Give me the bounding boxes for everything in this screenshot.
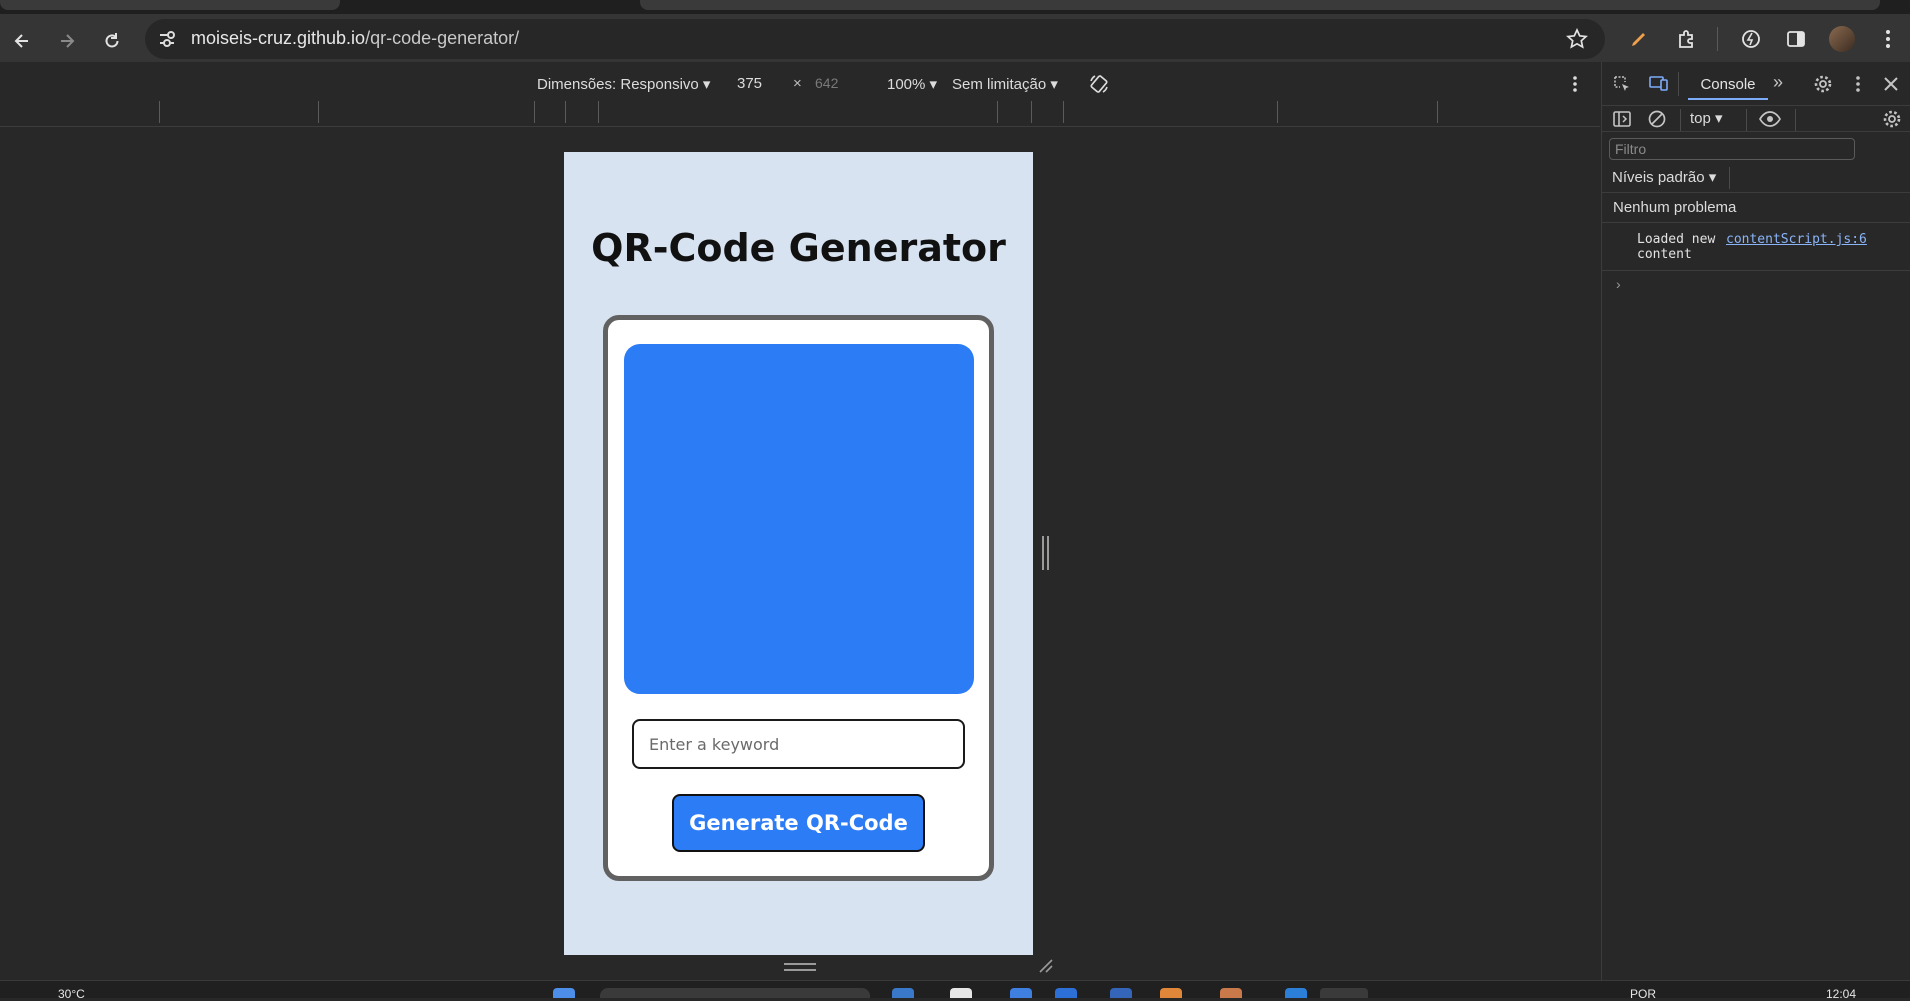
tab-console[interactable]: Console (1688, 70, 1768, 100)
height-field[interactable]: 642 (815, 75, 838, 91)
ruler-tick (565, 101, 566, 123)
context-label: top (1690, 110, 1711, 127)
ruler-tick (1063, 101, 1064, 123)
taskbar-app-icon[interactable] (950, 988, 972, 998)
resize-handle-corner[interactable] (1038, 958, 1054, 974)
taskbar-app-icon[interactable] (1055, 988, 1077, 998)
devtools-menu-icon[interactable] (1849, 74, 1867, 94)
close-icon[interactable] (1882, 75, 1900, 93)
device-toolbar-menu-icon[interactable] (1566, 74, 1584, 94)
log-source-link[interactable]: contentScript.js:6 (1726, 232, 1867, 247)
sidebar-toggle-icon[interactable] (1612, 109, 1632, 129)
keyword-input[interactable] (632, 719, 965, 769)
windows-start-icon[interactable] (553, 988, 575, 998)
media-query-ruler (0, 101, 1600, 127)
tab-divider (1678, 72, 1679, 96)
ruler-tick (534, 101, 535, 123)
log-levels-dropdown[interactable]: Níveis padrão ▾ (1612, 168, 1716, 186)
log-levels-label: Níveis padrão (1612, 169, 1705, 186)
clock-time[interactable]: 12:04 (1826, 987, 1856, 1001)
pen-icon[interactable] (1628, 28, 1650, 50)
clear-console-icon[interactable] (1647, 109, 1667, 129)
url-text[interactable]: moiseis-cruz.github.io/qr-code-generator… (191, 28, 519, 49)
device-toggle-icon[interactable] (1648, 73, 1670, 93)
ruler-tick (1031, 101, 1032, 123)
browser-tab[interactable] (0, 0, 340, 10)
taskbar-app-icon[interactable] (1220, 988, 1242, 998)
extensions-icon[interactable] (1675, 27, 1699, 51)
rotate-icon[interactable] (1088, 73, 1110, 95)
generate-qr-button[interactable]: Generate QR-Code (672, 794, 925, 852)
ruler-tick (1437, 101, 1438, 123)
throttling-dropdown[interactable]: Sem limitação ▾ (952, 75, 1058, 93)
taskbar-app-icon[interactable] (1160, 988, 1182, 998)
reload-icon[interactable] (97, 26, 127, 56)
log-message-text-2: content (1637, 247, 1692, 262)
taskbar-app-icon[interactable] (1320, 988, 1368, 998)
ruler-tick (997, 101, 998, 123)
console-filter-input[interactable] (1609, 138, 1855, 160)
inspect-icon[interactable] (1612, 74, 1632, 94)
weather-temperature[interactable]: 30°C (58, 987, 85, 1001)
ruler-tick (1277, 101, 1278, 123)
toolbar-divider (1680, 109, 1681, 131)
taskbar-app-icon[interactable] (1285, 988, 1307, 998)
qr-code-preview (624, 344, 974, 694)
log-message-text: Loaded new (1637, 232, 1716, 247)
zoom-label: 100% (887, 76, 926, 93)
sidebar-icon[interactable] (1785, 28, 1807, 50)
url-path: /qr-code-generator/ (365, 28, 520, 48)
taskbar-app-icon[interactable] (892, 988, 914, 998)
toolbar-divider (1717, 27, 1718, 51)
chevron-right-icon[interactable]: › (1616, 276, 1621, 292)
issues-counter[interactable]: Nenhum problema (1613, 199, 1736, 216)
toolbar-divider (1795, 109, 1796, 131)
context-selector[interactable]: top ▾ (1690, 109, 1723, 127)
divider (1602, 222, 1910, 223)
toolbar-divider (1729, 167, 1730, 189)
taskbar-search[interactable] (600, 988, 870, 998)
console-message: Loaded new content (1637, 232, 1715, 262)
star-icon[interactable] (1566, 28, 1588, 50)
more-tabs-icon[interactable]: » (1773, 72, 1783, 93)
ruler-tick (318, 101, 319, 123)
browser-tab[interactable] (640, 0, 1880, 10)
dimension-separator: × (793, 75, 802, 92)
profile-avatar[interactable] (1829, 26, 1855, 52)
divider (1602, 270, 1910, 271)
performance-icon[interactable] (1740, 28, 1762, 50)
site-settings-icon[interactable] (156, 28, 178, 50)
taskbar-app-icon[interactable] (1010, 988, 1032, 998)
throttling-label: Sem limitação (952, 76, 1047, 93)
page-title: QR-Code Generator (591, 226, 1006, 270)
forward-icon[interactable] (52, 26, 82, 56)
resize-handle-right[interactable] (1041, 536, 1049, 570)
ruler-tick (598, 101, 599, 123)
zoom-dropdown[interactable]: 100% ▾ (887, 75, 937, 93)
eye-icon[interactable] (1758, 110, 1782, 128)
gear-icon[interactable] (1813, 74, 1833, 94)
taskbar-app-icon[interactable] (1110, 988, 1132, 998)
width-field[interactable]: 375 (737, 75, 762, 92)
divider (1602, 192, 1910, 193)
resize-handle-bottom[interactable] (784, 963, 816, 972)
dimensions-label: Dimensões: Responsivo (537, 76, 699, 93)
url-host: moiseis-cruz.github.io (191, 28, 366, 48)
toolbar-divider (1746, 109, 1747, 131)
language-indicator[interactable]: POR (1630, 987, 1656, 1001)
console-settings-icon[interactable] (1882, 109, 1902, 129)
kebab-menu-icon[interactable] (1878, 28, 1898, 50)
ruler-tick (159, 101, 160, 123)
dimensions-dropdown[interactable]: Dimensões: Responsivo ▾ (537, 75, 710, 93)
back-icon[interactable] (7, 26, 37, 56)
